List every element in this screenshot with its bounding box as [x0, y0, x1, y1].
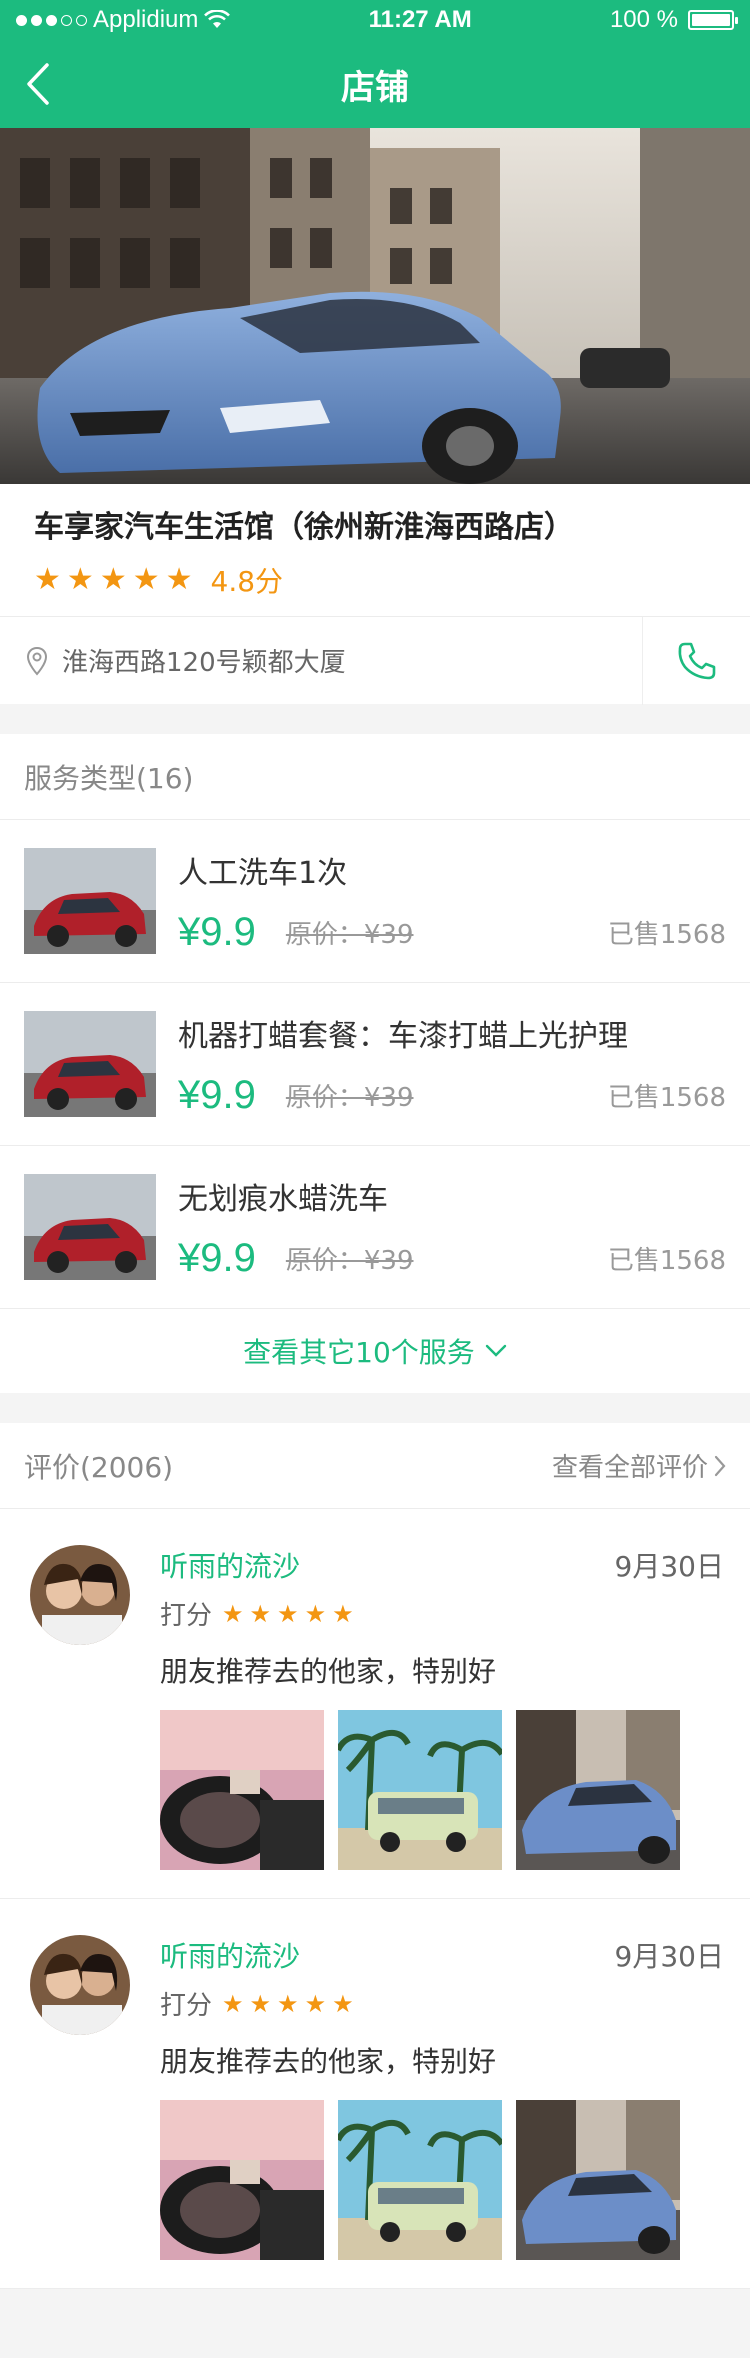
review-text: 朋友推荐去的他家，特别好 — [160, 1655, 497, 1688]
status-right: 100 % — [609, 6, 738, 34]
review-stars: ★ ★ ★ ★ ★ — [222, 1602, 354, 1626]
service-sold-count: 已售1568 — [607, 1245, 726, 1276]
review-photo[interactable] — [338, 2100, 502, 2260]
review-photo[interactable] — [516, 2100, 680, 2260]
services-title: 服务类型(16) — [24, 761, 194, 795]
review-photo[interactable] — [160, 1710, 324, 1870]
more-services-button[interactable]: 查看其它10个服务 — [0, 1309, 750, 1393]
review-stars: ★ ★ ★ ★ ★ — [222, 1992, 354, 2016]
review-photos — [160, 2100, 724, 2260]
star-icon: ★ — [66, 562, 94, 597]
chevron-right-icon — [714, 1455, 726, 1476]
reviews-section: 评价(2006) 查看全部评价 听雨的流沙 9月30日 打分 ★ ★ ★ ★ ★… — [0, 1423, 750, 2289]
reviewer-name[interactable]: 听雨的流沙 — [160, 1935, 300, 1975]
service-name: 无划痕水蜡洗车 — [178, 1181, 388, 1217]
service-item[interactable]: 机器打蜡套餐：车漆打蜡上光护理 ¥9.9 原价：¥39 已售1568 — [0, 983, 750, 1146]
review-photos — [160, 1710, 724, 1870]
address-row[interactable]: 淮海西路120号颖都大厦 — [0, 616, 750, 705]
star-icon: ★ — [249, 1989, 272, 2018]
store-hero-image — [0, 128, 750, 484]
star-icon: ★ — [132, 562, 160, 597]
wifi-icon — [204, 10, 231, 28]
service-thumbnail — [24, 848, 156, 954]
service-sold-count: 已售1568 — [607, 1082, 726, 1113]
score-label: 打分 — [160, 1991, 213, 2021]
reviews-title: 评价(2006) — [24, 1450, 174, 1484]
service-original-price: 原价：¥39 — [285, 1245, 414, 1276]
star-icon: ★ — [304, 1989, 327, 2018]
service-sold-count: 已售1568 — [607, 919, 726, 950]
service-price: ¥9.9 — [178, 909, 256, 954]
service-item[interactable]: 人工洗车1次 ¥9.9 原价：¥39 已售1568 — [0, 820, 750, 983]
chevron-left-icon — [27, 63, 49, 105]
rating-value: 4.8分 — [210, 565, 284, 598]
page-title: 店铺 — [341, 67, 409, 108]
battery-label: 100 % — [609, 6, 678, 33]
more-services-label: 查看其它10个服务 — [243, 1336, 475, 1369]
status-left: Applidium — [16, 6, 231, 34]
avatar[interactable] — [30, 1935, 130, 2035]
service-price: ¥9.9 — [178, 1235, 256, 1280]
avatar[interactable] — [30, 1545, 130, 1645]
service-name: 机器打蜡套餐：车漆打蜡上光护理 — [178, 1018, 628, 1054]
carrier-label: Applidium — [93, 6, 199, 33]
reviews-header: 评价(2006) 查看全部评价 — [0, 1423, 750, 1509]
service-thumbnail — [24, 1011, 156, 1117]
review-photo[interactable] — [160, 2100, 324, 2260]
star-icon: ★ — [277, 1989, 299, 2018]
call-button[interactable] — [642, 617, 750, 705]
review-date: 9月30日 — [614, 1550, 724, 1583]
review-item: 听雨的流沙 9月30日 打分 ★ ★ ★ ★ ★ 朋友推荐去的他家，特别好 — [0, 1509, 750, 1899]
star-icon: ★ — [222, 1989, 244, 2018]
view-all-reviews-link[interactable]: 查看全部评价 — [552, 1447, 726, 1484]
score-label: 打分 — [160, 1601, 213, 1631]
service-original-price: 原价：¥39 — [285, 1082, 414, 1113]
service-item[interactable]: 无划痕水蜡洗车 ¥9.9 原价：¥39 已售1568 — [0, 1146, 750, 1309]
review-date: 9月30日 — [614, 1940, 724, 1973]
star-icon: ★ — [332, 1989, 354, 2018]
star-icon: ★ — [249, 1599, 272, 1628]
store-info: 车享家汽车生活馆（徐州新淮海西路店） ★ ★ ★ ★ ★ 4.8分 — [0, 484, 750, 616]
service-original-price: 原价：¥39 — [285, 919, 414, 950]
review-text: 朋友推荐去的他家，特别好 — [160, 2045, 497, 2078]
status-bar: Applidium 11:27 AM 100 % — [0, 0, 750, 40]
address-text: 淮海西路120号颖都大厦 — [62, 648, 346, 678]
service-name: 人工洗车1次 — [178, 855, 348, 891]
review-photo[interactable] — [516, 1710, 680, 1870]
star-icon: ★ — [332, 1599, 354, 1628]
star-icon: ★ — [277, 1599, 299, 1628]
battery-icon — [688, 10, 738, 30]
signal-icon — [16, 14, 87, 26]
rating-stars: ★ ★ ★ ★ ★ — [34, 565, 193, 595]
star-icon: ★ — [304, 1599, 327, 1628]
back-button[interactable] — [18, 62, 58, 106]
star-icon: ★ — [99, 562, 127, 597]
star-icon: ★ — [222, 1599, 244, 1628]
reviewer-name[interactable]: 听雨的流沙 — [160, 1545, 300, 1585]
location-pin-icon — [26, 646, 48, 675]
services-header: 服务类型(16) — [0, 734, 750, 820]
status-time: 11:27 AM — [368, 6, 472, 33]
store-name: 车享家汽车生活馆（徐州新淮海西路店） — [34, 510, 574, 545]
star-icon: ★ — [165, 562, 193, 597]
phone-icon — [678, 642, 715, 680]
store-rating: ★ ★ ★ ★ ★ 4.8分 — [34, 560, 716, 600]
review-photo[interactable] — [338, 1710, 502, 1870]
review-item: 听雨的流沙 9月30日 打分 ★ ★ ★ ★ ★ 朋友推荐去的他家，特别好 — [0, 1899, 750, 2289]
services-section: 服务类型(16) 人工洗车1次 ¥9.9 原价：¥39 已售1568 机器打蜡套… — [0, 734, 750, 1393]
nav-bar: 店铺 — [0, 40, 750, 128]
star-icon: ★ — [34, 562, 61, 597]
view-all-reviews-label: 查看全部评价 — [551, 1453, 708, 1483]
service-thumbnail — [24, 1174, 156, 1280]
chevron-down-icon — [485, 1344, 507, 1357]
service-price: ¥9.9 — [178, 1072, 256, 1117]
